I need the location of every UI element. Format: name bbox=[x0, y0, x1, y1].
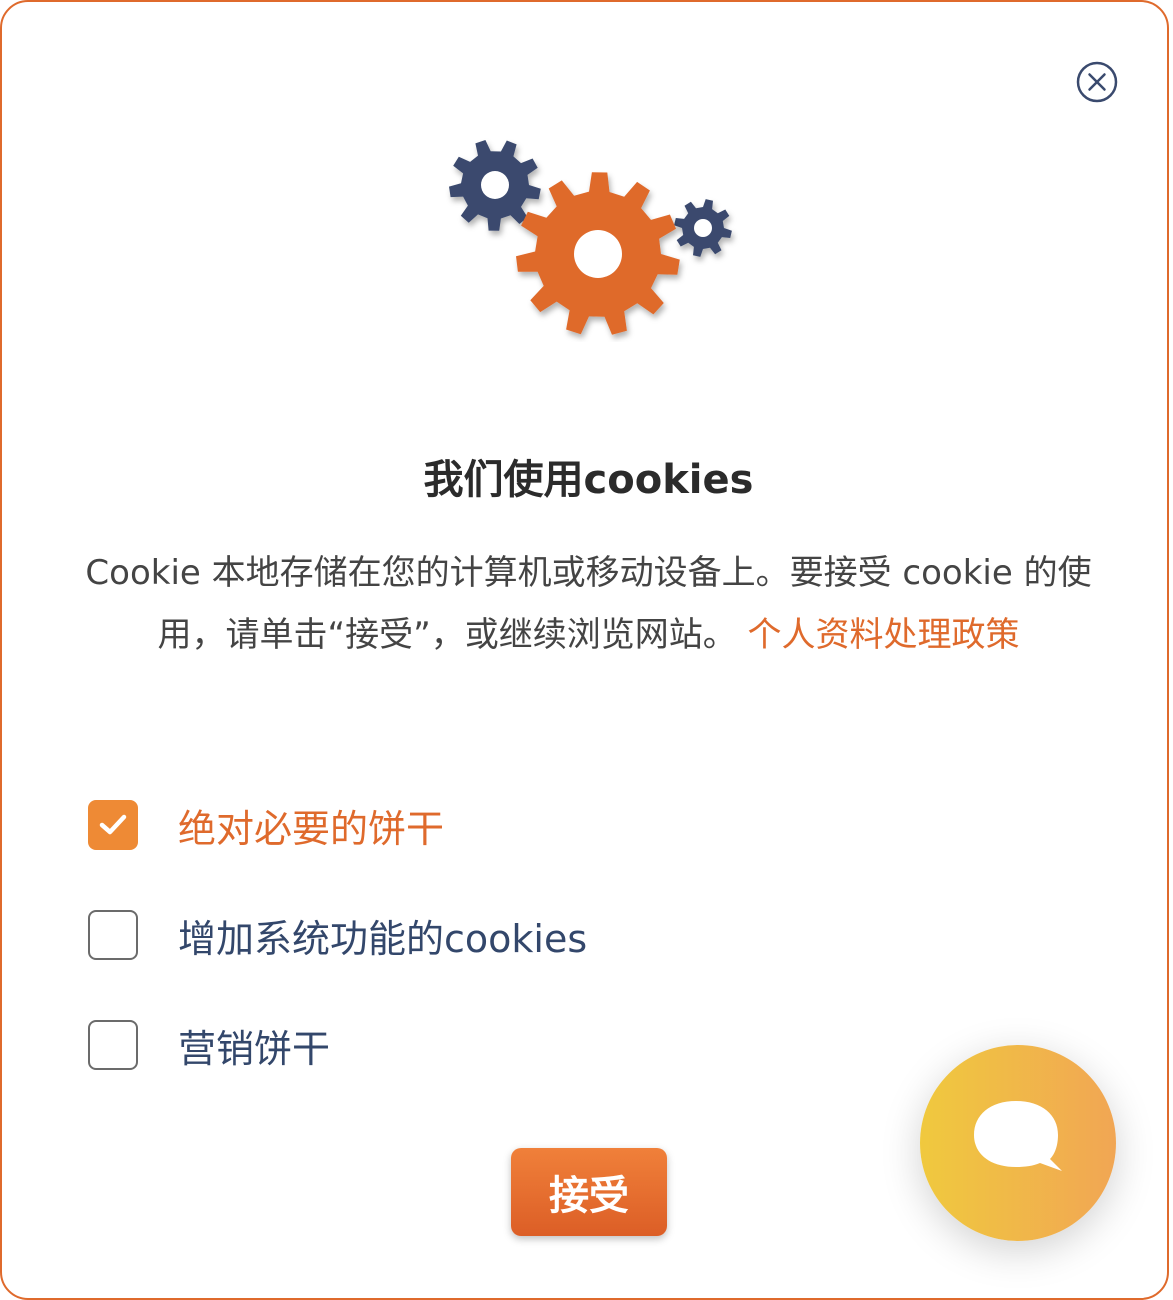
option-necessary-cookies[interactable]: 绝对必要的饼干 bbox=[88, 797, 444, 853]
checkbox-marketing[interactable] bbox=[88, 1020, 138, 1070]
gears-icon bbox=[449, 140, 732, 335]
chat-widget-button[interactable] bbox=[920, 1045, 1116, 1241]
gear-tiny-right bbox=[674, 199, 732, 257]
accept-button[interactable]: 接受 bbox=[511, 1148, 667, 1236]
gears-illustration bbox=[442, 137, 742, 342]
privacy-policy-link[interactable]: 个人资料处理政策 bbox=[748, 615, 1020, 655]
gear-large-center bbox=[516, 172, 680, 335]
dialog-description: Cookie 本地存储在您的计算机或移动设备上。要接受 cookie 的使用，请… bbox=[82, 542, 1095, 666]
close-button[interactable] bbox=[1076, 61, 1118, 103]
option-label-necessary: 绝对必要的饼干 bbox=[178, 806, 445, 851]
chat-bubble-icon bbox=[974, 1101, 1062, 1171]
option-label-functional: 增加系统功能的cookies bbox=[178, 916, 588, 961]
option-marketing-cookies[interactable]: 营销饼干 bbox=[88, 1017, 330, 1073]
option-functional-cookies[interactable]: 增加系统功能的cookies bbox=[88, 907, 587, 963]
cookie-consent-dialog: 我们使用cookies Cookie 本地存储在您的计算机或移动设备上。要接受 … bbox=[0, 0, 1169, 1300]
option-label-marketing: 营销饼干 bbox=[178, 1026, 331, 1071]
checkmark-icon bbox=[99, 814, 127, 835]
checkbox-functional[interactable] bbox=[88, 910, 138, 960]
checkbox-necessary[interactable] bbox=[88, 800, 138, 850]
dialog-title: 我们使用cookies bbox=[423, 457, 754, 503]
close-circle-icon[interactable] bbox=[1076, 61, 1118, 103]
